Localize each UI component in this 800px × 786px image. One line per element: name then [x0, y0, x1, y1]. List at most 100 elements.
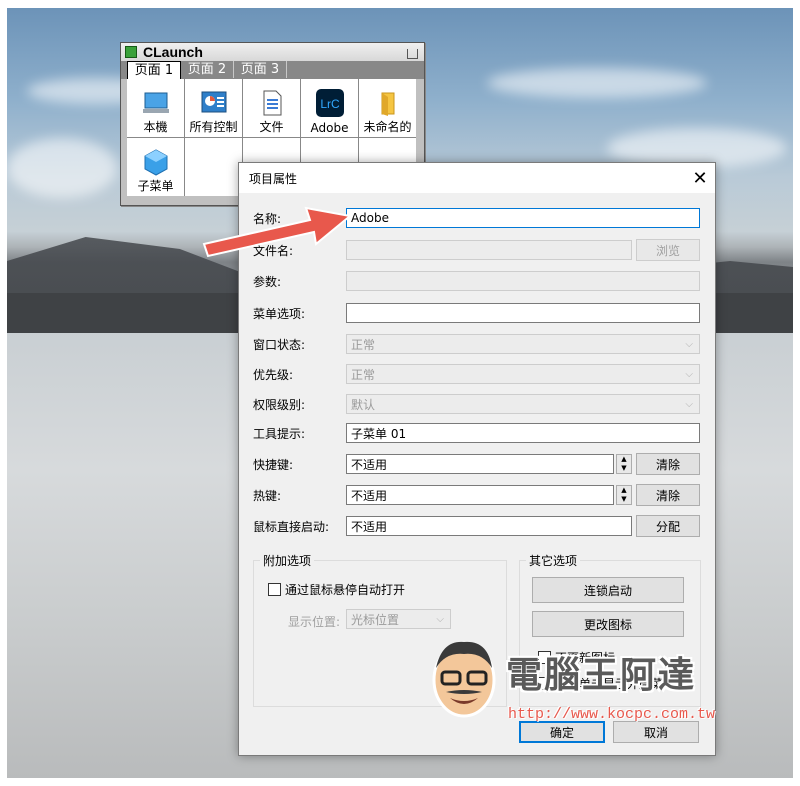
priority-value: 正常 [351, 367, 376, 382]
chevron-down-icon: ⌵ [685, 398, 693, 410]
tooltip-label: 工具提示: [253, 426, 306, 441]
hover-open-checkbox[interactable]: 通过鼠标悬停自动打开 [268, 581, 405, 598]
chevron-down-icon: ⌵ [685, 368, 693, 380]
chain-start-button[interactable]: 连锁启动 [532, 577, 684, 603]
change-icon-button[interactable]: 更改图标 [532, 611, 684, 637]
hover-open-label: 通过鼠标悬停自动打开 [285, 583, 406, 597]
params-row: 参数: [253, 270, 700, 292]
position-select[interactable]: 光标位置 ⌵ [346, 609, 451, 629]
mouse-row: 鼠标直接启动: 不适用 分配 [253, 515, 700, 537]
hotkey-row: 热键: 不适用 ▲ ▼ 清除 [253, 484, 700, 506]
claunch-tabs: 页面 1 页面 2 页面 3 [121, 61, 424, 79]
lightroom-classic-icon: LrC [315, 89, 344, 117]
permission-row: 权限级别: 默认 ⌵ [253, 393, 700, 415]
priority-row: 优先级: 正常 ⌵ [253, 363, 700, 385]
window-state-value: 正常 [351, 337, 376, 352]
chevron-down-icon: ⌵ [436, 613, 444, 625]
cancel-button[interactable]: 取消 [613, 721, 699, 743]
extra-options-group: 附加选项 通过鼠标悬停自动打开 显示位置: 光标位置 ⌵ [253, 552, 507, 707]
menu-option-input[interactable] [346, 303, 700, 323]
launcher-item-label: Adobe [310, 121, 349, 135]
dialog-title: 项目属性 [249, 171, 298, 186]
window-state-select[interactable]: 正常 ⌵ [346, 334, 700, 354]
cloud [487, 68, 707, 98]
claunch-titlebar[interactable]: CLaunch [121, 43, 424, 61]
document-icon [263, 90, 281, 116]
right-click-menu-label: 右键单击显示外壳菜单 [555, 677, 676, 691]
spin-up-icon[interactable]: ▲ [617, 486, 631, 495]
priority-select[interactable]: 正常 ⌵ [346, 364, 700, 384]
shortcut-clear-button[interactable]: 清除 [636, 453, 700, 475]
tooltip-input[interactable]: 子菜单 01 [346, 423, 700, 443]
checkbox-box[interactable] [268, 583, 281, 596]
tooltip-row: 工具提示: 子菜单 01 [253, 422, 700, 444]
tab-page-1[interactable]: 页面 1 [127, 61, 181, 79]
spin-down-icon[interactable]: ▼ [617, 495, 631, 504]
spin-down-icon[interactable]: ▼ [617, 464, 631, 473]
window-state-row: 窗口状态: 正常 ⌵ [253, 333, 700, 355]
launcher-item-label: 未命名的 [363, 120, 412, 134]
launcher-item-label: 本機 [143, 120, 168, 134]
hotkey-spinner[interactable]: ▲ ▼ [616, 485, 632, 505]
spin-up-icon[interactable]: ▲ [617, 455, 631, 464]
launcher-item[interactable]: 所有控制 [185, 79, 242, 137]
cloud [7, 138, 117, 198]
dialog-titlebar[interactable]: 项目属性 ✕ [239, 163, 715, 193]
submenu-cube-icon [144, 149, 167, 176]
checkbox-box[interactable] [538, 677, 551, 690]
empty-slot[interactable] [185, 138, 242, 196]
tab-page-3[interactable]: 页面 3 [234, 61, 287, 78]
launcher-item-label: 所有控制 [189, 120, 238, 134]
permission-value: 默认 [351, 397, 376, 412]
checkbox-box[interactable] [538, 651, 551, 664]
shortcut-input[interactable]: 不适用 [346, 454, 614, 474]
hotkey-input[interactable]: 不适用 [346, 485, 614, 505]
launcher-item-label: 子菜单 [137, 179, 174, 193]
launcher-item[interactable]: LrC Adobe [301, 79, 358, 137]
name-input[interactable]: Adobe [346, 208, 700, 228]
close-icon[interactable]: ✕ [685, 168, 715, 189]
launcher-item[interactable]: 文件 [243, 79, 300, 137]
control-panel-icon [201, 91, 226, 113]
launcher-item-label: 文件 [259, 120, 284, 134]
mouse-label: 鼠标直接启动: [253, 519, 330, 534]
launcher-item[interactable]: 子菜单 [127, 138, 184, 196]
minimize-icon[interactable] [407, 49, 418, 59]
params-label: 参数: [253, 274, 282, 289]
chevron-down-icon: ⌵ [685, 338, 693, 350]
right-click-menu-checkbox[interactable]: 右键单击显示外壳菜单 [538, 675, 675, 692]
params-input[interactable] [346, 271, 700, 291]
no-update-icon-checkbox[interactable]: 不更新图标 [538, 649, 615, 666]
computer-icon [142, 92, 169, 113]
window-state-label: 窗口状态: [253, 337, 306, 352]
launcher-item[interactable]: 未命名的 [359, 79, 416, 137]
position-label: 显示位置: [288, 615, 341, 629]
hotkey-label: 热键: [253, 488, 282, 503]
other-options-group: 其它选项 连锁启动 更改图标 不更新图标 右键单击显示外壳菜单 [519, 552, 701, 707]
menu-option-row: 菜单选项: [253, 302, 700, 324]
shortcut-spinner[interactable]: ▲ ▼ [616, 454, 632, 474]
ok-button[interactable]: 确定 [519, 721, 605, 743]
browse-button[interactable]: 浏览 [636, 239, 700, 261]
permission-label: 权限级别: [253, 397, 306, 412]
tab-page-2[interactable]: 页面 2 [181, 61, 234, 78]
position-value: 光标位置 [351, 612, 400, 627]
other-options-label: 其它选项 [526, 552, 581, 569]
launcher-item[interactable]: 本機 [127, 79, 184, 137]
shortcut-row: 快捷键: 不适用 ▲ ▼ 清除 [253, 453, 700, 475]
no-update-icon-label: 不更新图标 [555, 651, 616, 665]
claunch-logo-icon [125, 46, 137, 58]
filename-input[interactable] [346, 240, 632, 260]
hotkey-clear-button[interactable]: 清除 [636, 484, 700, 506]
lightroom-icon-text: LrC [320, 97, 340, 111]
menu-option-label: 菜单选项: [253, 306, 306, 321]
shortcut-label: 快捷键: [253, 457, 294, 472]
mouse-input[interactable]: 不适用 [346, 516, 632, 536]
assign-button[interactable]: 分配 [636, 515, 700, 537]
folder-icon [381, 92, 394, 116]
claunch-title: CLaunch [143, 44, 203, 60]
annotation-arrow-icon [202, 206, 353, 258]
priority-label: 优先级: [253, 367, 294, 382]
permission-select[interactable]: 默认 ⌵ [346, 394, 700, 414]
extra-options-label: 附加选项 [260, 552, 315, 569]
